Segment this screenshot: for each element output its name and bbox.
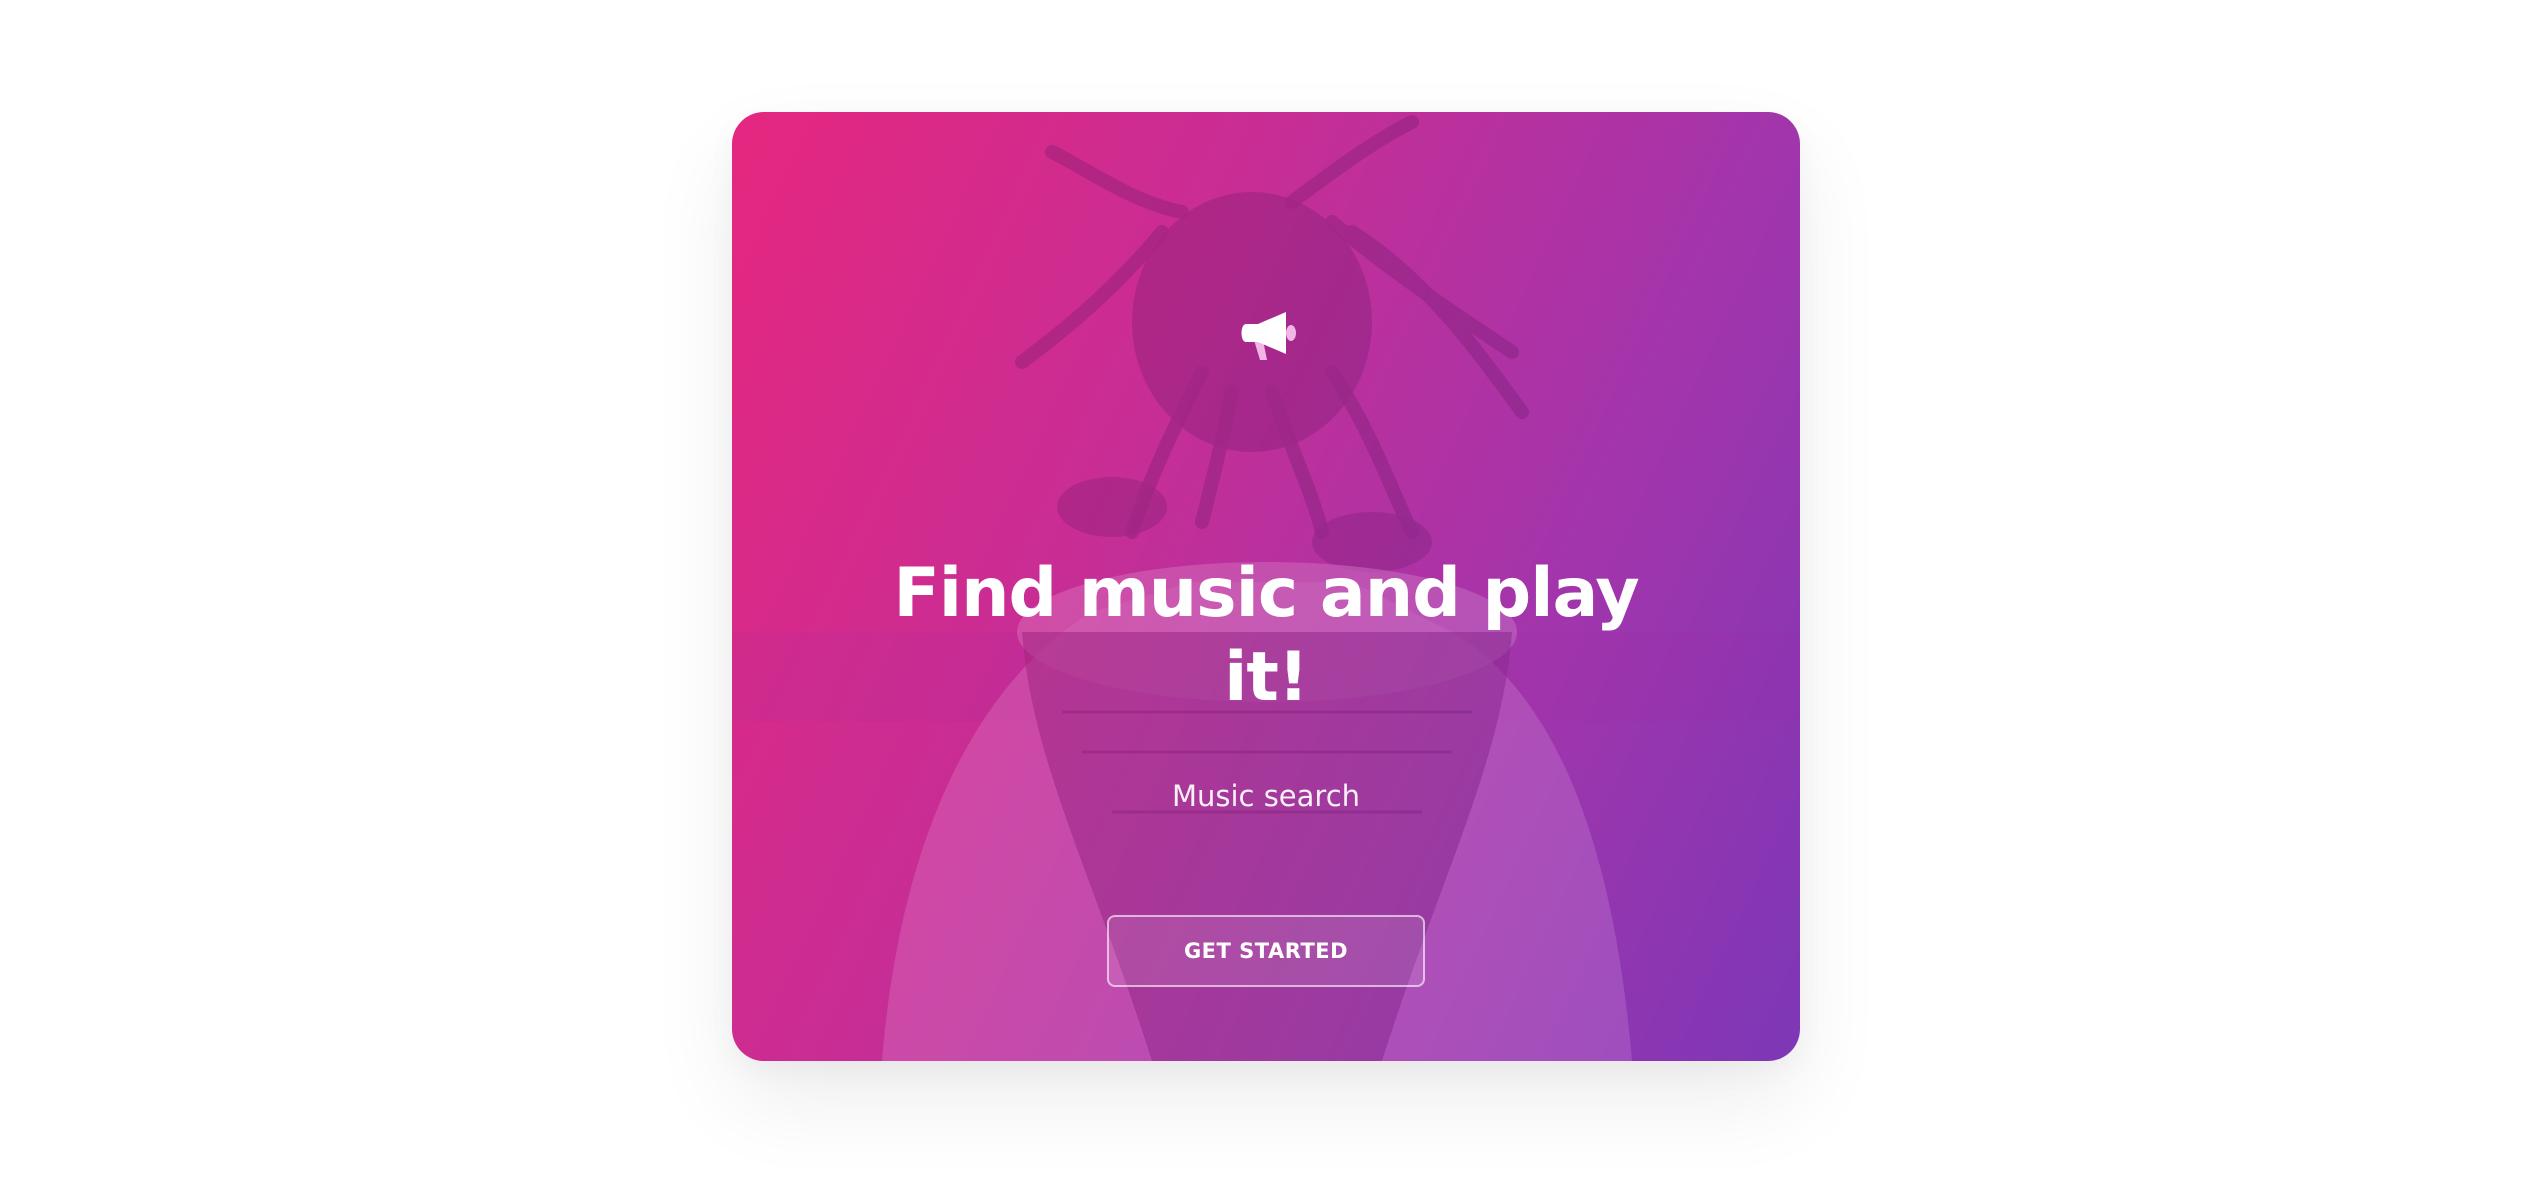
- hero-title: Find music and play it!: [893, 554, 1639, 717]
- page: Find music and play it! Music search GET…: [0, 0, 2538, 1198]
- hero-content: Find music and play it! Music search GET…: [732, 112, 1800, 1061]
- hero-card: Find music and play it! Music search GET…: [732, 112, 1800, 1061]
- megaphone-icon: [1236, 302, 1300, 366]
- get-started-button[interactable]: GET STARTED: [1107, 915, 1425, 987]
- hero-subtitle: Music search: [1171, 779, 1361, 813]
